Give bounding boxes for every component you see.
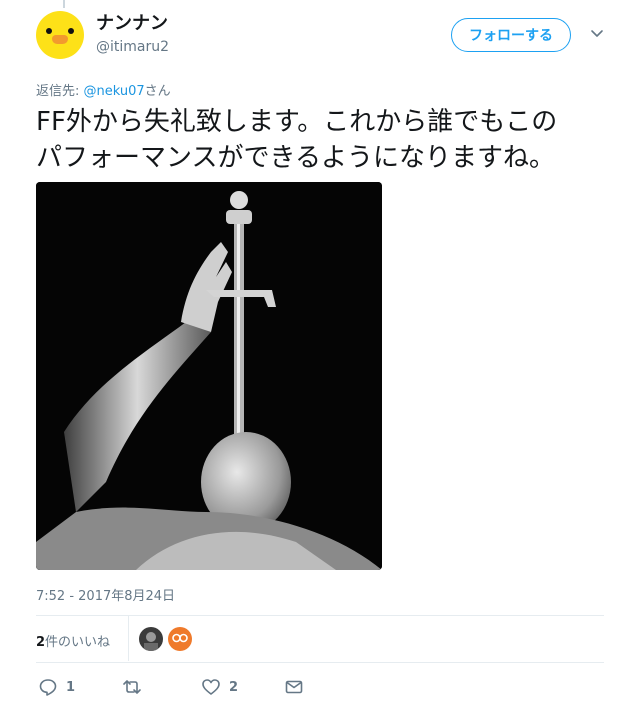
- reply-to: 返信先: @neku07さん: [36, 80, 171, 99]
- avatar-eye-left: [46, 28, 52, 34]
- heart-icon: [202, 679, 220, 695]
- tweet-text-line-1: FF外から失礼致します。これから誰でもこの: [36, 107, 558, 137]
- reply-to-prefix: 返信先:: [36, 84, 84, 99]
- reply-mention-link[interactable]: @neku07: [84, 84, 145, 99]
- like-count: 2: [229, 679, 239, 695]
- avatar-beak: [52, 35, 68, 44]
- tweet-timestamp[interactable]: 7:52 - 2017年8月24日: [36, 585, 175, 604]
- tweet-photo[interactable]: [36, 182, 382, 570]
- tweet-text-line-2: パフォーマンスができるようになりますね。: [36, 143, 555, 173]
- envelope-icon: [285, 680, 303, 694]
- user-name-block[interactable]: ナンナン @itimaru2: [96, 13, 169, 57]
- photo-sword-swallower-icon: [36, 182, 382, 570]
- reply-count: 1: [66, 679, 76, 695]
- reply-icon: [39, 679, 57, 696]
- likes-number: 2: [36, 635, 46, 650]
- liker-avatar-1[interactable]: [139, 627, 163, 651]
- user-handle[interactable]: @itimaru2: [96, 37, 169, 57]
- reply-button[interactable]: 1: [38, 675, 75, 699]
- divider-bottom: [36, 662, 604, 663]
- likes-label: 件のいいね: [45, 635, 111, 650]
- tweet-actions: 1 2: [38, 675, 338, 699]
- retweet-icon: [123, 680, 141, 694]
- follow-button[interactable]: フォローする: [451, 18, 571, 52]
- display-name[interactable]: ナンナン: [96, 13, 169, 35]
- chevron-down-icon[interactable]: [589, 25, 605, 41]
- likes-separator: [128, 615, 129, 661]
- divider-top: [36, 615, 604, 616]
- like-button[interactable]: 2: [201, 675, 238, 699]
- likes-count[interactable]: 2件のいいね: [36, 631, 110, 650]
- tweet-text: FF外から失礼致します。これから誰でもこの パフォーマンスができるようになります…: [36, 104, 611, 176]
- avatar-eye-right: [68, 28, 74, 34]
- tweet-header: ナンナン @itimaru2 フォローする: [36, 11, 620, 61]
- user-avatar[interactable]: [36, 11, 84, 59]
- retweet-button[interactable]: [121, 675, 151, 699]
- reply-to-suffix: さん: [144, 84, 171, 99]
- liker-avatar-2[interactable]: [168, 627, 192, 651]
- thread-line: [63, 0, 65, 8]
- direct-message-button[interactable]: [284, 675, 304, 699]
